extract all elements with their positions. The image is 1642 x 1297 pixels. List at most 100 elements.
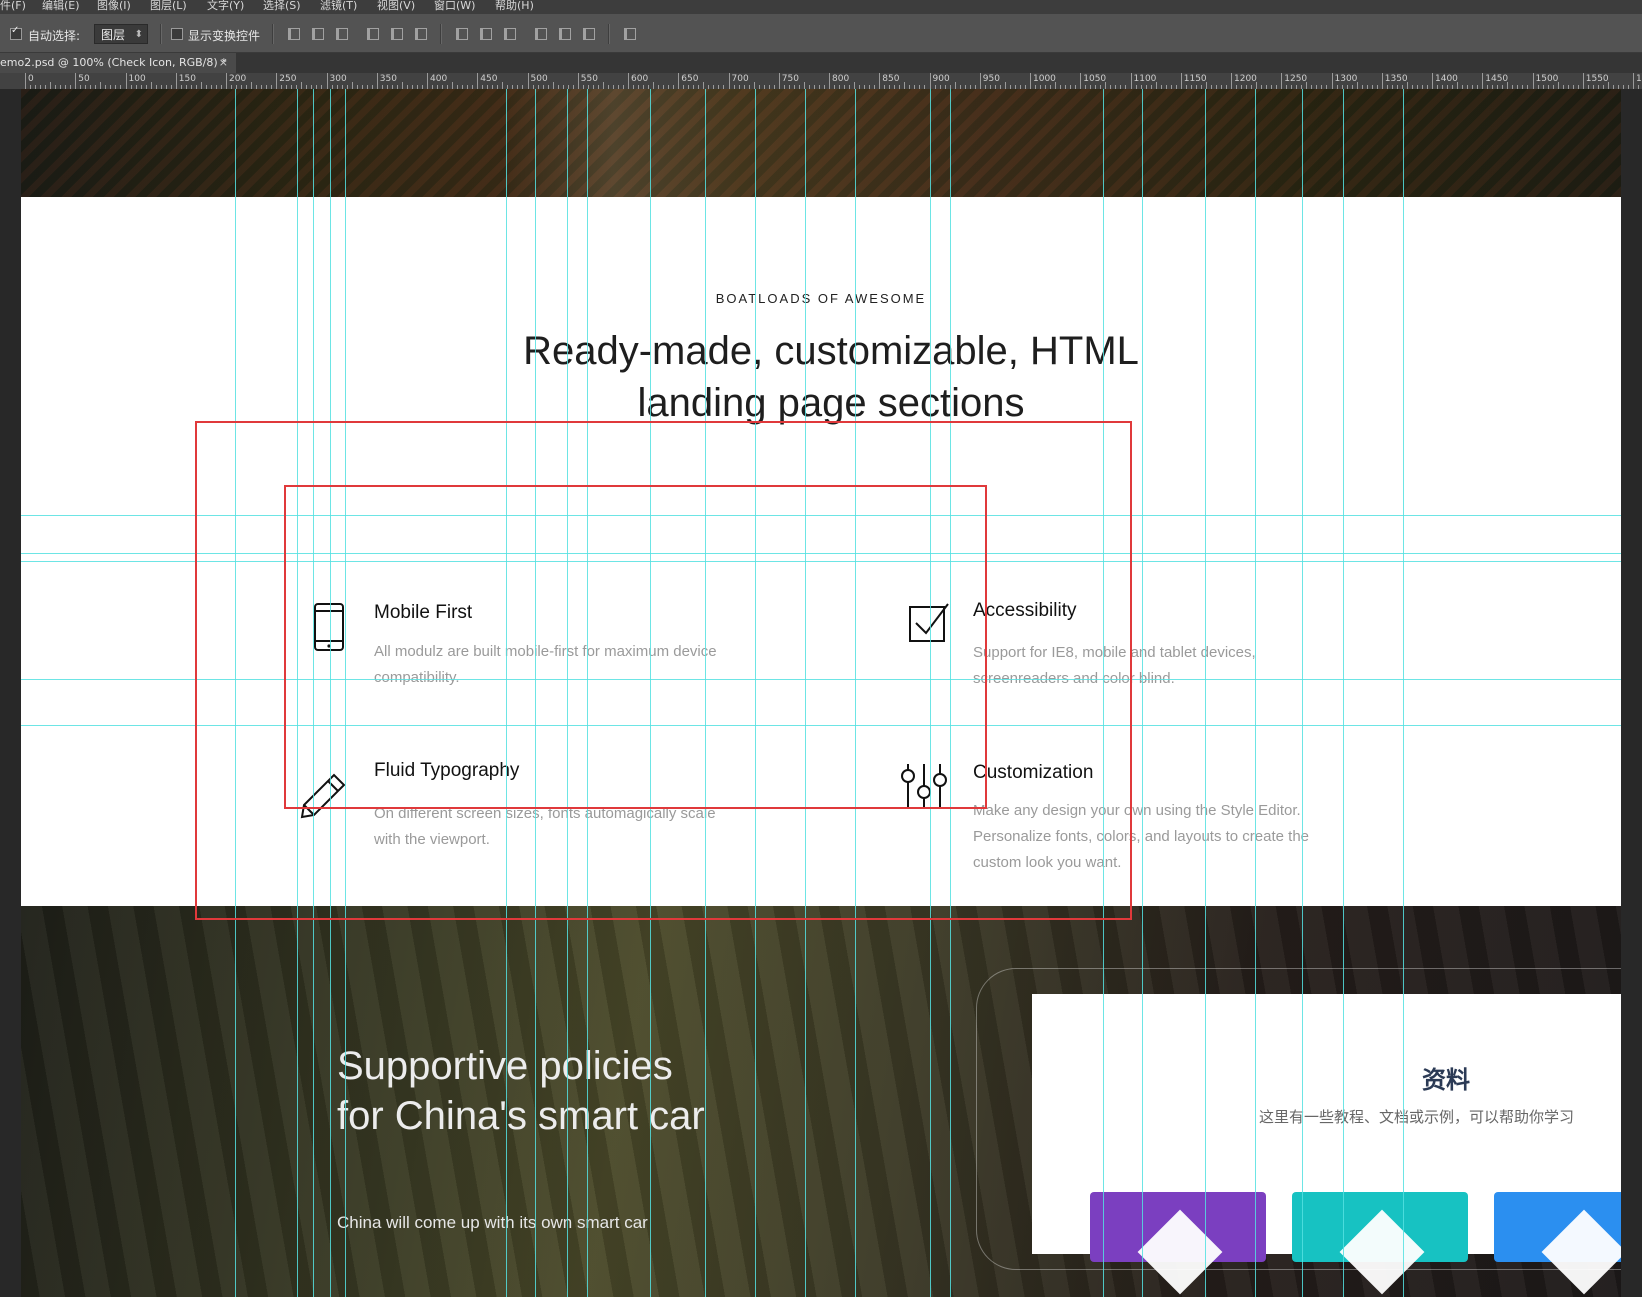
distribute-top-icon[interactable] — [456, 28, 468, 40]
ruler-major-tick — [577, 73, 579, 89]
ruler-major-tick — [1633, 73, 1634, 89]
menu-filter[interactable]: 滤镜(T) — [320, 0, 357, 12]
close-icon[interactable]: × — [219, 53, 228, 73]
ruler-label: 1350 — [1384, 74, 1408, 84]
auto-select-label: 自动选择: — [28, 29, 81, 43]
ruler-major-tick — [25, 73, 26, 89]
distribute-left-icon[interactable] — [535, 28, 547, 40]
tile-purple[interactable] — [1090, 1192, 1266, 1262]
menu-file[interactable]: 件(F) — [0, 0, 26, 12]
ruler-label: 400 — [430, 74, 448, 84]
ruler-major-tick — [829, 73, 830, 89]
forest-hero-top-image — [21, 89, 1621, 197]
ruler-minor-tick — [150, 82, 152, 89]
ruler-major-tick — [226, 73, 227, 89]
section-headline: Ready-made, customizable, HTML landing p… — [421, 325, 1241, 429]
auto-select-dropdown[interactable]: 图层 — [94, 24, 148, 45]
ruler-major-tick — [979, 73, 981, 89]
document-tab[interactable]: emo2.psd @ 100% (Check Icon, RGB/8) * × — [0, 53, 236, 73]
options-bar: ✓ 自动选择: 图层 显示变换控件 — [0, 14, 1642, 53]
ruler-label: 650 — [681, 74, 699, 84]
vertical-guide[interactable] — [1343, 89, 1344, 1297]
vertical-guide[interactable] — [1302, 89, 1303, 1297]
ruler-major-tick — [1381, 73, 1383, 89]
ruler-major-tick — [276, 73, 278, 89]
vertical-guide[interactable] — [1205, 89, 1206, 1297]
ruler-label: 1450 — [1485, 74, 1509, 84]
ruler-major-tick — [1130, 73, 1132, 89]
menu-layer[interactable]: 图层(L) — [150, 0, 187, 12]
ruler-major-tick — [326, 73, 328, 89]
menu-view[interactable]: 视图(V) — [377, 0, 415, 12]
ruler-label: 1250 — [1284, 74, 1308, 84]
distribute-vcenter-icon[interactable] — [480, 28, 492, 40]
ruler-major-tick — [125, 73, 127, 89]
ruler-minor-tick — [1607, 82, 1609, 89]
ruler-label: 250 — [279, 74, 297, 84]
ruler-minor-tick — [602, 82, 604, 89]
distribute-hcenter-icon[interactable] — [559, 28, 571, 40]
ruler-label: 500 — [530, 74, 548, 84]
horizontal-ruler[interactable]: 0 50 100 150 200 250 300 350 400 450 500 550 600 650 7… — [0, 73, 1642, 90]
ruler-label: 50 — [78, 74, 90, 84]
ruler-minor-tick — [50, 82, 52, 89]
ruler-label: 800 — [832, 74, 850, 84]
ruler-minor-tick — [1457, 82, 1459, 89]
separator — [272, 24, 274, 44]
ruler-major-tick — [628, 73, 629, 89]
align-top-icon[interactable] — [288, 28, 300, 40]
ruler-minor-tick — [100, 82, 102, 89]
ruler-label: 450 — [480, 74, 498, 84]
ruler-minor-tick — [1205, 82, 1207, 89]
document-tab-bar: emo2.psd @ 100% (Check Icon, RGB/8) * × — [0, 53, 1642, 73]
tile-blue[interactable] — [1494, 1192, 1621, 1262]
align-hcenter-icon[interactable] — [391, 28, 403, 40]
ruler-minor-tick — [1004, 82, 1006, 89]
ruler-label: 950 — [982, 74, 1000, 84]
ruler-major-tick — [778, 73, 780, 89]
ruler-minor-tick — [1105, 82, 1107, 89]
ruler-minor-tick — [251, 82, 253, 89]
distribute-right-icon[interactable] — [583, 28, 595, 40]
ruler-label: 300 — [329, 74, 347, 84]
card-subtitle: 这里有一些教程、文档或示例，可以帮助你学习 — [1259, 1108, 1575, 1126]
ruler-label: 0 — [28, 74, 34, 84]
menu-select[interactable]: 选择(S) — [263, 0, 301, 12]
vertical-guide[interactable] — [1142, 89, 1143, 1297]
ruler-major-tick — [879, 73, 881, 89]
transform-label: 显示变换控件 — [188, 29, 261, 43]
align-vcenter-icon[interactable] — [312, 28, 324, 40]
auto-align-icon[interactable] — [624, 28, 636, 40]
ruler-major-tick — [527, 73, 529, 89]
transform-checkbox[interactable] — [171, 28, 183, 40]
menu-edit[interactable]: 编辑(E) — [42, 0, 80, 12]
ruler-minor-tick — [803, 82, 805, 89]
align-right-icon[interactable] — [415, 28, 427, 40]
bottom-subtitle: China will come up with its own smart ca… — [337, 1213, 648, 1232]
canvas-left-gutter — [0, 89, 21, 1297]
menu-image[interactable]: 图像(I) — [97, 0, 131, 12]
menu-type[interactable]: 文字(Y) — [207, 0, 244, 12]
auto-select-checkbox[interactable]: ✓ — [10, 25, 22, 40]
ruler-label: 550 — [580, 74, 598, 84]
vertical-guide[interactable] — [1255, 89, 1256, 1297]
ruler-minor-tick — [653, 82, 655, 89]
tile-teal[interactable] — [1292, 1192, 1468, 1262]
ruler-major-tick — [1582, 73, 1584, 89]
align-left-icon[interactable] — [367, 28, 379, 40]
align-bottom-icon[interactable] — [336, 28, 348, 40]
ruler-major-tick — [678, 73, 680, 89]
ruler-major-tick — [1080, 73, 1082, 89]
menu-help[interactable]: 帮助(H) — [495, 0, 534, 12]
distribute-bottom-icon[interactable] — [504, 28, 516, 40]
vertical-guide[interactable] — [1403, 89, 1404, 1297]
ruler-major-tick — [1482, 73, 1484, 89]
menu-bar: 件(F) 编辑(E) 图像(I) 图层(L) 文字(Y) 选择(S) 滤镜(T)… — [0, 0, 1642, 14]
ruler-label: 160 — [1636, 74, 1642, 84]
menu-window[interactable]: 窗口(W) — [434, 0, 475, 12]
ruler-label: 1400 — [1435, 74, 1458, 84]
document-tab-title: emo2.psd @ 100% (Check Icon, RGB/8) * — [0, 56, 227, 69]
ruler-label: 1300 — [1334, 74, 1358, 84]
ruler-major-tick — [1180, 73, 1182, 89]
ruler-label: 1550 — [1585, 74, 1609, 84]
